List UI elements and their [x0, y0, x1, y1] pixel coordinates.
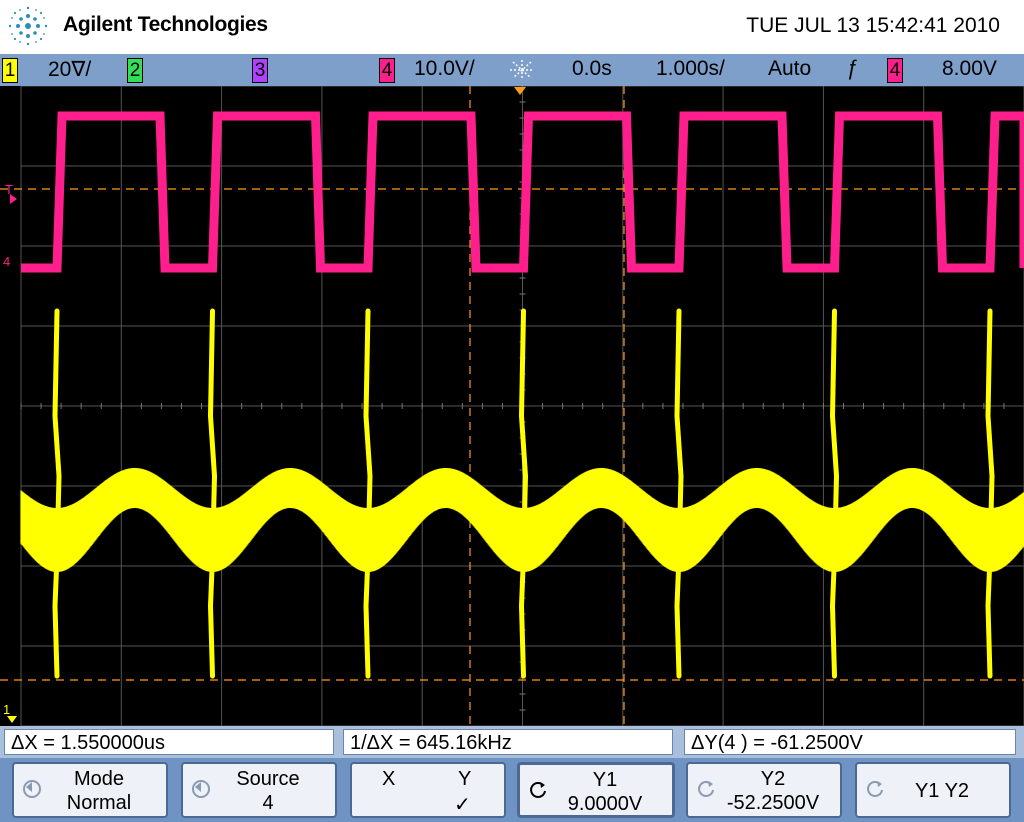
mode-label: Mode — [73, 768, 125, 790]
ch1-ground-marker: 1 — [3, 702, 10, 717]
agilent-spark-logo — [8, 6, 48, 46]
trigger-delay-icon — [510, 60, 534, 80]
inv-delta-x-readout: 1/ΔX = 645.16kHz — [343, 729, 673, 755]
y2-value: -52.2500V — [726, 792, 820, 814]
trigger-position-marker — [514, 87, 526, 95]
waveform-display[interactable]: T 4 1 — [0, 86, 1024, 726]
channel-status-bar: 1 20∇/ 2 3 4 10.0V/ 0.0s 1.000s/ Auto ƒ … — [0, 54, 1024, 86]
waveform-canvas: T 4 1 — [0, 86, 1024, 726]
y1y2-softkey[interactable]: Y1 Y2 — [855, 762, 1011, 818]
ch4-ground-marker: 4 — [3, 254, 10, 269]
y1-value: 9.0000V — [567, 793, 643, 815]
y1-label: Y1 — [592, 769, 618, 791]
y2-softkey[interactable]: Y2 -52.2500V — [686, 762, 842, 818]
trigger-arrow-icon — [10, 194, 17, 204]
y-option: Y — [458, 768, 472, 790]
source-softkey[interactable]: Source 4 — [181, 762, 337, 818]
ch1-indicator[interactable]: 1 — [2, 58, 18, 83]
trigger-mode: Auto — [768, 57, 812, 80]
y-selected-check-icon: ✓ — [454, 794, 471, 816]
source-value: 4 — [262, 792, 274, 814]
brand-name: Agilent Technologies — [63, 13, 268, 36]
header-bar: Agilent Technologies TUE JUL 13 15:42:41… — [0, 0, 1024, 54]
timebase-value: 1.000s/ — [656, 57, 725, 80]
source-label: Source — [236, 768, 300, 790]
xy-softkey[interactable]: X Y ✓ — [350, 762, 506, 818]
y1-softkey[interactable]: Y1 9.0000V — [517, 762, 675, 818]
ch1-scale: 20∇/ — [48, 58, 92, 81]
ch1-ground-arrow-icon — [7, 716, 17, 723]
trigger-slope-icon: ƒ — [846, 57, 858, 80]
ch2-indicator[interactable]: 2 — [127, 58, 143, 83]
x-option: X — [382, 768, 396, 790]
trigger-level-marker: T — [5, 182, 13, 197]
y2-label: Y2 — [760, 768, 786, 790]
delta-y-readout: ΔY(4 ) = -61.2500V — [684, 729, 1016, 755]
delta-x-readout: ΔX = 1.550000us — [4, 729, 334, 755]
delay-value: 0.0s — [572, 57, 612, 80]
mode-softkey[interactable]: Mode Normal — [12, 762, 168, 818]
ch3-indicator[interactable]: 3 — [252, 58, 268, 83]
trigger-level: 8.00V — [942, 57, 997, 80]
ch4-scale: 10.0V/ — [414, 57, 475, 80]
ch1-spikes — [52, 308, 995, 679]
softkey-bar: Mode Normal Source 4 X Y ✓ Y1 9.0000V Y2… — [0, 758, 1024, 822]
mode-value: Normal — [66, 792, 132, 814]
date-time: TUE JUL 13 15:42:41 2010 — [746, 14, 1000, 37]
ch4-indicator[interactable]: 4 — [379, 58, 395, 83]
trigger-source: 4 — [887, 58, 903, 83]
measurement-bar: ΔX = 1.550000us 1/ΔX = 645.16kHz ΔY(4 ) … — [0, 726, 1024, 758]
y1y2-label: Y1 Y2 — [914, 780, 970, 802]
